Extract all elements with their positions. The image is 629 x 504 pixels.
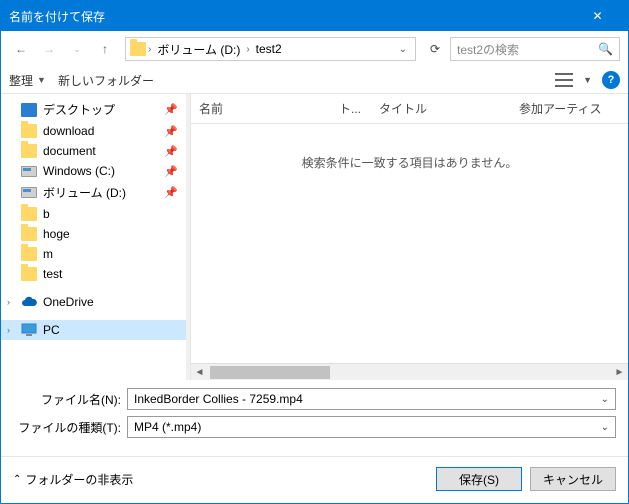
folder-icon xyxy=(21,166,37,177)
tree-item-label: m xyxy=(43,247,53,261)
folder-icon xyxy=(21,187,37,198)
tree-item[interactable]: download 📌 xyxy=(1,121,186,141)
bottom-bar: ⌃ フォルダーの非表示 保存(S) キャンセル xyxy=(1,456,628,503)
main-area: デスクトップ📌download📌document📌Windows (C:)📌ボリ… xyxy=(1,94,628,380)
tree-item-label: OneDrive xyxy=(43,295,94,309)
column-headers: 名前 ト... タイトル 参加アーティス xyxy=(191,94,628,124)
chevron-down-icon[interactable]: ⌄ xyxy=(601,394,609,405)
chevron-right-icon[interactable]: › xyxy=(7,297,10,307)
col-track[interactable]: ト... xyxy=(339,100,379,117)
close-icon[interactable]: ✕ xyxy=(575,9,620,23)
tree-item[interactable]: document 📌 xyxy=(1,141,186,161)
toolbar: 整理 ▼ 新しいフォルダー ▼ ? xyxy=(1,67,628,94)
tree-item-label: test xyxy=(43,267,62,281)
view-options-icon[interactable] xyxy=(555,73,573,87)
search-icon[interactable]: 🔍 xyxy=(598,42,613,56)
tree-item[interactable]: test xyxy=(1,264,186,284)
tree-item[interactable]: b xyxy=(1,204,186,224)
empty-message: 検索条件に一致する項目はありません。 xyxy=(191,124,628,363)
chevron-right-icon: › xyxy=(246,44,249,55)
up-button[interactable]: ↑ xyxy=(93,37,117,61)
search-input[interactable]: test2の検索 🔍 xyxy=(450,37,620,61)
breadcrumb-seg[interactable]: ボリューム (D:) xyxy=(153,41,244,58)
chevron-up-icon: ⌃ xyxy=(13,474,21,485)
search-placeholder: test2の検索 xyxy=(457,41,519,58)
refresh-icon[interactable]: ⟳ xyxy=(424,42,446,56)
filename-input[interactable]: InkedBorder Collies - 7259.mp4 ⌄ xyxy=(127,388,616,410)
scroll-right-icon[interactable]: ► xyxy=(611,367,628,378)
chevron-right-icon[interactable]: › xyxy=(7,325,10,335)
chevron-right-icon: › xyxy=(148,44,151,55)
col-name[interactable]: 名前 xyxy=(199,100,339,117)
scroll-left-icon[interactable]: ◄ xyxy=(191,367,208,378)
file-list: 名前 ト... タイトル 参加アーティス 検索条件に一致する項目はありません。 … xyxy=(190,94,628,380)
new-folder-button[interactable]: 新しいフォルダー xyxy=(58,72,154,89)
tree-item-label: b xyxy=(43,207,50,221)
tree-item-label: download xyxy=(43,124,94,138)
folder-icon xyxy=(21,103,37,117)
tree-item[interactable]: ボリューム (D:) 📌 xyxy=(1,181,186,204)
tree-item[interactable]: Windows (C:) 📌 xyxy=(1,161,186,181)
col-artist[interactable]: 参加アーティス xyxy=(519,100,620,117)
pin-icon: 📌 xyxy=(164,103,178,116)
pin-icon: 📌 xyxy=(164,165,178,178)
breadcrumb[interactable]: › ボリューム (D:) › test2 ⌄ xyxy=(125,37,416,61)
horizontal-scrollbar[interactable]: ◄ ► xyxy=(191,363,628,380)
tree-item-label: Windows (C:) xyxy=(43,164,115,178)
tree-item-label: デスクトップ xyxy=(43,101,115,118)
chevron-down-icon[interactable]: ⌄ xyxy=(601,422,609,433)
tree-item-label: hoge xyxy=(43,227,70,241)
back-button[interactable]: ← xyxy=(9,37,33,61)
folder-icon xyxy=(130,42,146,56)
tree-item-label: PC xyxy=(43,323,60,337)
navbar: ← → ⌄ ↑ › ボリューム (D:) › test2 ⌄ ⟳ test2の検… xyxy=(1,31,628,67)
tree-item[interactable]: › OneDrive xyxy=(1,292,186,312)
folder-icon xyxy=(21,267,37,281)
history-dropdown[interactable]: ⌄ xyxy=(65,37,89,61)
breadcrumb-dropdown-icon[interactable]: ⌄ xyxy=(395,44,411,55)
tree-item-label: ボリューム (D:) xyxy=(43,184,126,201)
folder-icon xyxy=(21,144,37,158)
form-area: ファイル名(N): InkedBorder Collies - 7259.mp4… xyxy=(1,380,628,452)
save-button[interactable]: 保存(S) xyxy=(436,467,522,491)
chevron-down-icon[interactable]: ▼ xyxy=(583,75,592,85)
folder-icon xyxy=(21,247,37,261)
pin-icon: 📌 xyxy=(164,125,178,138)
folder-icon xyxy=(21,295,37,309)
folder-icon xyxy=(21,124,37,138)
filetype-select[interactable]: MP4 (*.mp4) ⌄ xyxy=(127,416,616,438)
tree-item[interactable]: › PC xyxy=(1,320,186,340)
folder-icon xyxy=(21,227,37,241)
cancel-button[interactable]: キャンセル xyxy=(530,467,616,491)
hide-folders-toggle[interactable]: ⌃ フォルダーの非表示 xyxy=(13,471,133,488)
pin-icon: 📌 xyxy=(164,145,178,158)
breadcrumb-seg[interactable]: test2 xyxy=(252,42,286,56)
pin-icon: 📌 xyxy=(164,186,178,199)
filetype-label: ファイルの種類(T): xyxy=(13,419,121,436)
window-title: 名前を付けて保存 xyxy=(9,8,575,25)
col-title[interactable]: タイトル xyxy=(379,100,519,117)
tree-item-label: document xyxy=(43,144,96,158)
folder-icon xyxy=(21,323,37,337)
chevron-down-icon: ▼ xyxy=(37,75,46,85)
tree-item[interactable]: デスクトップ 📌 xyxy=(1,98,186,121)
titlebar: 名前を付けて保存 ✕ xyxy=(1,1,628,31)
help-icon[interactable]: ? xyxy=(602,71,620,89)
scroll-thumb[interactable] xyxy=(210,366,330,379)
tree-item[interactable]: m xyxy=(1,244,186,264)
nav-tree[interactable]: デスクトップ📌download📌document📌Windows (C:)📌ボリ… xyxy=(1,94,186,380)
filename-label: ファイル名(N): xyxy=(13,391,121,408)
organize-menu[interactable]: 整理 ▼ xyxy=(9,72,46,89)
folder-icon xyxy=(21,207,37,221)
forward-button[interactable]: → xyxy=(37,37,61,61)
tree-item[interactable]: hoge xyxy=(1,224,186,244)
